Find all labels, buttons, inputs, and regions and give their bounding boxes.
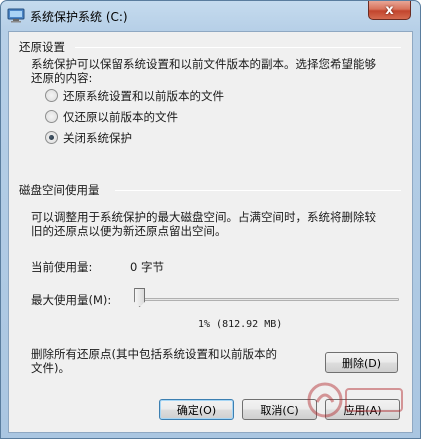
window-title: 系统保护系统 (C:) <box>30 10 128 24</box>
current-usage-label: 当前使用量: <box>31 260 93 274</box>
dialog-content: 还原设置 系统保护可以保留系统设置和以前文件版本的副本。选择您希望能够 还原的内… <box>8 31 413 433</box>
title-bar[interactable]: 系统保护系统 (C:) x <box>1 1 420 31</box>
disk-group-title: 磁盘空间使用量 <box>19 183 100 197</box>
system-protection-icon <box>7 8 25 23</box>
dialog-window: 系统保护系统 (C:) x 还原设置 系统保护可以保留系统设置和以前文件版本的副… <box>0 0 421 439</box>
watermark-logo <box>307 382 403 418</box>
current-usage-value: 0 字节 <box>130 260 164 274</box>
restore-description-line2: 还原的内容: <box>31 71 93 85</box>
max-usage-label: 最大使用量(M): <box>31 293 112 307</box>
ok-button[interactable]: 确定(O) <box>159 399 234 420</box>
close-button[interactable]: x <box>368 1 411 20</box>
restore-group-divider <box>75 47 401 48</box>
radio-label: 关闭系统保护 <box>63 131 132 145</box>
max-usage-slider-thumb[interactable] <box>134 288 146 307</box>
disk-group-divider <box>115 190 401 191</box>
radio-label: 还原系统设置和以前版本的文件 <box>63 89 224 103</box>
radio-button-icon[interactable] <box>45 89 58 102</box>
delete-description-line2: 文件)。 <box>31 361 70 375</box>
close-icon: x <box>385 2 394 18</box>
ok-button-label: 确定(O) <box>176 403 217 417</box>
radio-button-icon[interactable] <box>45 110 58 123</box>
restore-group-title: 还原设置 <box>19 40 65 54</box>
radio-label: 仅还原以前版本的文件 <box>63 110 178 124</box>
cancel-button-label: 取消(C) <box>260 403 299 417</box>
delete-button[interactable]: 删除(D) <box>325 352 398 373</box>
disk-description-line2: 旧的还原点以便为新还原点留出空间。 <box>31 224 227 238</box>
radio-button-icon[interactable] <box>45 131 58 144</box>
delete-button-label: 删除(D) <box>341 356 382 370</box>
max-usage-slider-track[interactable] <box>137 298 399 301</box>
slider-value-text: 1% (812.92 MB) <box>198 319 283 330</box>
